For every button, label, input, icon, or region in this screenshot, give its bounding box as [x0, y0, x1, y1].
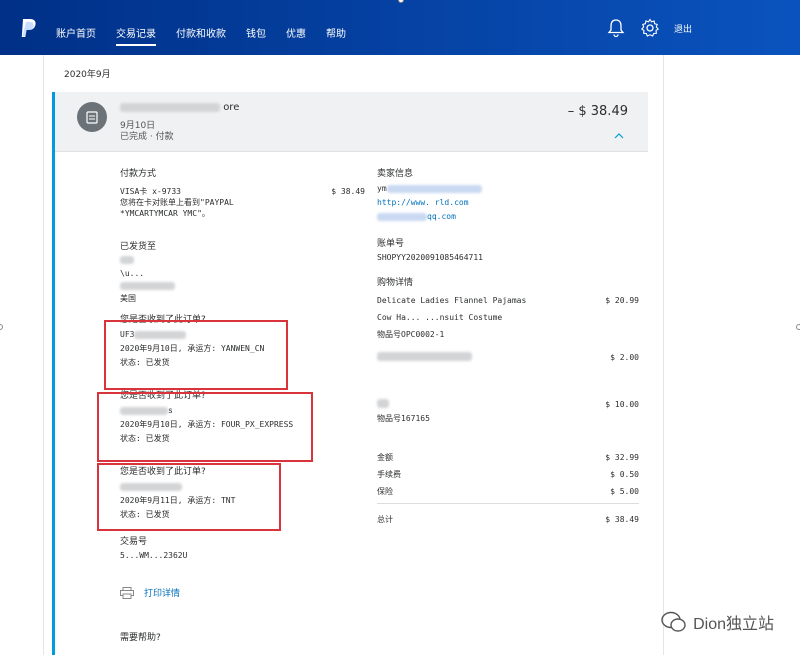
invoice-number: SHOPYY2020091085464711 [377, 253, 483, 262]
item-number: 物品号OPC0002-1 [377, 330, 445, 339]
card-amount: $ 38.49 [331, 187, 365, 196]
shipping-country: 美国 [120, 294, 136, 303]
top-navigation-bar: 账户首页 交易记录 付款和收款 钱包 优惠 帮助 退出 [0, 0, 800, 55]
purchase-details-label: 购物详情 [377, 278, 414, 288]
total-value: $ 0.50 [610, 470, 639, 479]
item-price: $ 2.00 [610, 353, 639, 362]
shipping-label: 已发货至 [120, 242, 157, 252]
total-value: $ 5.00 [610, 487, 639, 496]
total-row: 保险 $ 5.00 [377, 486, 639, 497]
nav-item-send-receive[interactable]: 付款和收款 [176, 25, 226, 46]
grand-total-label: 总计 [377, 515, 393, 524]
print-details-label[interactable]: 打印详情 [144, 586, 180, 599]
seller-info-label: 卖家信息 [377, 169, 414, 179]
printer-icon [120, 586, 134, 599]
invoice-label: 账单号 [377, 239, 405, 249]
item-price: $ 10.00 [605, 400, 639, 409]
item-price: $ 20.99 [605, 296, 639, 305]
total-row: 手续费 $ 0.50 [377, 469, 639, 480]
card-text: VISA卡 x-9733 [120, 187, 181, 196]
highlight-box [97, 392, 313, 462]
grand-total-row: 总计 $ 38.49 [377, 514, 639, 525]
purchase-item-row: $ 2.00 [377, 352, 639, 363]
merchant-name-suffix: ore [223, 102, 240, 113]
resize-handle[interactable] [0, 324, 3, 330]
seller-website[interactable]: http://www. rld.com [377, 197, 639, 208]
redacted-item [377, 399, 389, 408]
logout-link[interactable]: 退出 [674, 22, 692, 35]
transaction-header[interactable]: ore 9月10日 已完成 · 付款 – $ 38.49 [55, 92, 648, 152]
chevron-up-icon[interactable] [614, 132, 624, 140]
redacted-merchant [120, 102, 220, 112]
gear-icon[interactable] [640, 18, 660, 38]
seller-email[interactable]: qq.com [427, 212, 456, 221]
total-label: 金额 [377, 453, 393, 462]
grand-total-value: $ 38.49 [605, 515, 639, 524]
total-label: 保险 [377, 487, 393, 496]
merchant-name: ore [120, 102, 239, 113]
item-name: Cow Ha... ...nsuit Costume [377, 313, 503, 322]
nav-item-help[interactable]: 帮助 [326, 25, 346, 46]
nav-item-activity[interactable]: 交易记录 [116, 25, 156, 46]
nav-item-account-home[interactable]: 账户首页 [56, 25, 96, 46]
top-right-actions: 退出 [606, 18, 692, 38]
nav-item-offers[interactable]: 优惠 [286, 25, 306, 46]
total-value: $ 32.99 [605, 453, 639, 462]
resize-handle[interactable] [796, 324, 800, 330]
total-label: 手续费 [377, 470, 401, 479]
seller-line: ym [377, 184, 387, 193]
redacted-email [377, 212, 427, 221]
help-label: 需要帮助? [120, 633, 161, 643]
purchase-item-row: Delicate Ladies Flannel Pajamas $ 20.99 [377, 295, 639, 306]
redacted-item [377, 352, 472, 361]
highlight-box [104, 320, 288, 390]
transaction-amount: – $ 38.49 [567, 104, 628, 119]
payment-method-label: 付款方式 [120, 169, 157, 179]
highlight-box [97, 463, 281, 531]
month-heading: 2020年9月 [64, 70, 111, 80]
address-line-2: \u... [120, 269, 145, 278]
right-column: 卖家信息 ym http://www. rld.com qq.com 账单号 S… [377, 164, 639, 525]
print-details-link[interactable]: 打印详情 [120, 586, 180, 599]
transaction-id-label: 交易号 [120, 537, 148, 547]
redacted-seller [386, 184, 482, 193]
total-row: 金额 $ 32.99 [377, 452, 639, 463]
main-nav: 账户首页 交易记录 付款和收款 钱包 优惠 帮助 [56, 25, 366, 46]
item-name: Delicate Ladies Flannel Pajamas [377, 296, 527, 305]
payment-card-row: VISA卡 x-9733 $ 38.49 [120, 186, 365, 197]
purchase-item-row: $ 10.00 [377, 399, 639, 410]
redacted-address: \u... [120, 256, 365, 290]
statement-line-1: 您将在卡对账单上看到"PAYPAL [120, 198, 234, 207]
redacted-address-line [120, 256, 134, 264]
bell-icon[interactable] [606, 18, 626, 38]
wechat-icon [661, 611, 686, 632]
redacted-address-line [120, 282, 175, 290]
watermark: Dion独立站 [661, 610, 774, 634]
item-number: 物品号167165 [377, 414, 430, 423]
nav-item-wallet[interactable]: 钱包 [246, 25, 266, 46]
transaction-status: 已完成 · 付款 [120, 132, 174, 142]
watermark-text: Dion独立站 [693, 616, 774, 633]
statement-line-2: *YMCARTYMCAR YMC"。 [120, 209, 210, 218]
transaction-id: 5...WM...2362U [120, 551, 188, 560]
divider [377, 503, 639, 504]
merchant-store-icon [77, 102, 107, 132]
paypal-logo-icon[interactable] [18, 18, 38, 40]
